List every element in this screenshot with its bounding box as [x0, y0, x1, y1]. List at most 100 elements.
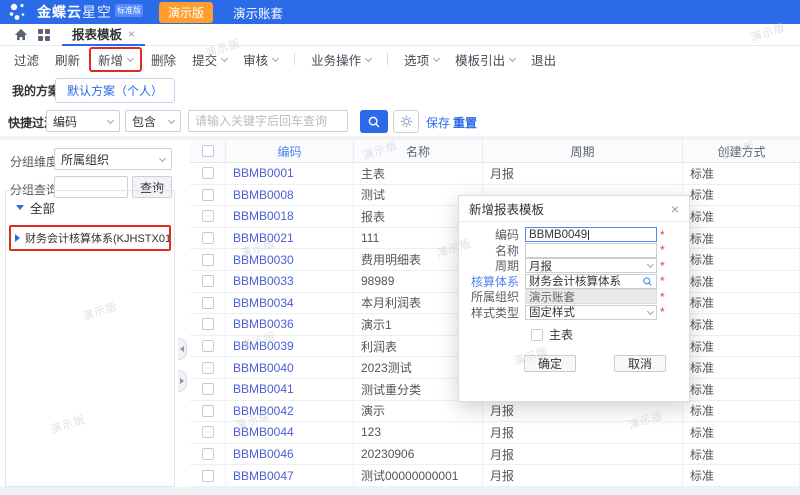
- table-row: BBMB0042演示月报标准: [190, 401, 800, 423]
- tab-close-icon[interactable]: ×: [128, 27, 135, 41]
- header-name[interactable]: 名称: [354, 140, 483, 162]
- row-checkbox[interactable]: [202, 318, 214, 330]
- filter-operator-value: 包含: [132, 113, 156, 130]
- row-checkbox[interactable]: [202, 254, 214, 266]
- field-input-lookup[interactable]: 财务会计核算体系: [525, 274, 657, 289]
- filter-settings-button[interactable]: [393, 110, 419, 133]
- toolbar-item-6[interactable]: 业务操作: [311, 50, 371, 69]
- default-scheme-button[interactable]: 默认方案（个人）: [55, 78, 175, 103]
- header-create-type[interactable]: 创建方式: [683, 140, 800, 162]
- cell-code[interactable]: BBMB0018: [226, 206, 354, 227]
- text-cursor: [588, 230, 589, 240]
- cell-code[interactable]: BBMB0042: [226, 401, 354, 422]
- tree-node-all[interactable]: 全部: [6, 191, 174, 219]
- toolbar-item-2[interactable]: 新增: [89, 47, 142, 72]
- cell-create-type: 标准: [683, 357, 800, 378]
- toolbar-item-5[interactable]: 审核: [243, 50, 278, 69]
- field-label: 名称: [459, 242, 525, 259]
- row-checkbox[interactable]: [202, 448, 214, 460]
- modal-field-row: 编码BBMB0049*: [459, 227, 689, 243]
- row-checkbox[interactable]: [202, 470, 214, 482]
- toolbar-item-label: 删除: [151, 50, 176, 69]
- row-checkbox[interactable]: [202, 362, 214, 374]
- toolbar-item-4[interactable]: 提交: [192, 50, 227, 69]
- cell-code[interactable]: BBMB0041: [226, 379, 354, 400]
- field-input-select[interactable]: 月报: [525, 258, 657, 273]
- app-grid-icon[interactable]: [38, 29, 50, 41]
- toolbar-item-label: 选项: [404, 50, 429, 69]
- tree-collapse-icon[interactable]: [15, 234, 20, 242]
- field-value: 固定样式: [529, 305, 575, 320]
- toolbar-item-9[interactable]: 退出: [531, 50, 556, 69]
- account-name[interactable]: 演示账套: [233, 3, 283, 22]
- ok-button[interactable]: 确定: [524, 355, 576, 372]
- cell-code[interactable]: BBMB0036: [226, 314, 354, 335]
- search-button[interactable]: [360, 110, 388, 133]
- filter-operator-select[interactable]: 包含: [125, 110, 181, 132]
- field-value: 财务会计核算体系: [529, 274, 621, 289]
- row-checkbox[interactable]: [202, 340, 214, 352]
- row-checkbox[interactable]: [202, 297, 214, 309]
- row-checkbox[interactable]: [202, 383, 214, 395]
- field-input-select[interactable]: 固定样式: [525, 305, 657, 320]
- keyword-search-input[interactable]: [188, 110, 348, 132]
- cell-code[interactable]: BBMB0047: [226, 465, 354, 486]
- main-table-checkbox[interactable]: [531, 329, 543, 341]
- field-label: 样式类型: [459, 304, 525, 321]
- expand-right-handle[interactable]: [178, 370, 187, 392]
- lookup-search-icon[interactable]: [642, 276, 653, 287]
- cell-code[interactable]: BBMB0008: [226, 185, 354, 206]
- cell-code[interactable]: BBMB0021: [226, 228, 354, 249]
- field-input-text[interactable]: BBMB0049: [525, 227, 657, 242]
- modal-field-row: 核算体系财务会计核算体系*: [459, 274, 689, 290]
- cancel-button[interactable]: 取消: [614, 355, 666, 372]
- cell-period: 月报: [483, 465, 683, 486]
- row-checkbox[interactable]: [202, 275, 214, 287]
- cell-code[interactable]: BBMB0034: [226, 293, 354, 314]
- header-code[interactable]: 编码: [226, 140, 354, 162]
- group-dimension-select[interactable]: 所属组织: [54, 148, 172, 170]
- cell-code[interactable]: BBMB0044: [226, 422, 354, 443]
- row-checkbox[interactable]: [202, 232, 214, 244]
- cell-code[interactable]: BBMB0033: [226, 271, 354, 292]
- toolbar-item-1[interactable]: 刷新: [55, 50, 80, 69]
- cell-code[interactable]: BBMB0046: [226, 444, 354, 465]
- row-checkbox[interactable]: [202, 167, 214, 179]
- cell-create-type: 标准: [683, 271, 800, 292]
- tree-expand-icon[interactable]: [16, 205, 24, 210]
- modal-close-icon[interactable]: ×: [671, 201, 679, 217]
- toolbar-item-3[interactable]: 删除: [151, 50, 176, 69]
- chevron-down-icon: [107, 116, 114, 123]
- home-icon[interactable]: [14, 28, 28, 41]
- cell-code[interactable]: BBMB0040: [226, 357, 354, 378]
- field-label: 编码: [459, 226, 525, 243]
- field-input-text[interactable]: [525, 243, 657, 258]
- toolbar-item-7[interactable]: 选项: [404, 50, 439, 69]
- reset-filter-link[interactable]: 重置: [453, 114, 477, 131]
- select-all-checkbox[interactable]: [202, 145, 214, 157]
- field-label[interactable]: 核算体系: [459, 273, 525, 290]
- row-checkbox[interactable]: [202, 189, 214, 201]
- toolbar-item-8[interactable]: 模板引出: [455, 50, 515, 69]
- gear-icon: [400, 115, 413, 128]
- filter-field-select[interactable]: 编码: [46, 110, 120, 132]
- required-mark: *: [660, 259, 665, 273]
- toolbar-item-0[interactable]: 过滤: [14, 50, 39, 69]
- cell-code[interactable]: BBMB0039: [226, 336, 354, 357]
- save-filter-link[interactable]: 保存: [426, 114, 450, 131]
- tab-report-template[interactable]: 报表模板 ×: [62, 24, 145, 46]
- row-checkbox[interactable]: [202, 210, 214, 222]
- row-checkbox[interactable]: [202, 426, 214, 438]
- header-period[interactable]: 周期: [483, 140, 683, 162]
- cell-code[interactable]: BBMB0001: [226, 163, 354, 184]
- row-checkbox-cell: [190, 379, 226, 400]
- tree-node-accounting-system[interactable]: 财务会计核算体系(KJHSTX01_SYS): [9, 225, 171, 251]
- collapse-left-handle[interactable]: [178, 338, 187, 360]
- row-checkbox[interactable]: [202, 405, 214, 417]
- group-sidebar: 分组维度 所属组织 分组查询 查询 全部 财务会计核算体系(KJHSTX01_S…: [0, 140, 178, 487]
- brand-name: 金蝶云: [37, 2, 82, 22]
- cell-name: 20230906: [354, 444, 483, 465]
- row-checkbox-cell: [190, 163, 226, 184]
- cell-code[interactable]: BBMB0030: [226, 249, 354, 270]
- panel-splitter[interactable]: [178, 140, 190, 487]
